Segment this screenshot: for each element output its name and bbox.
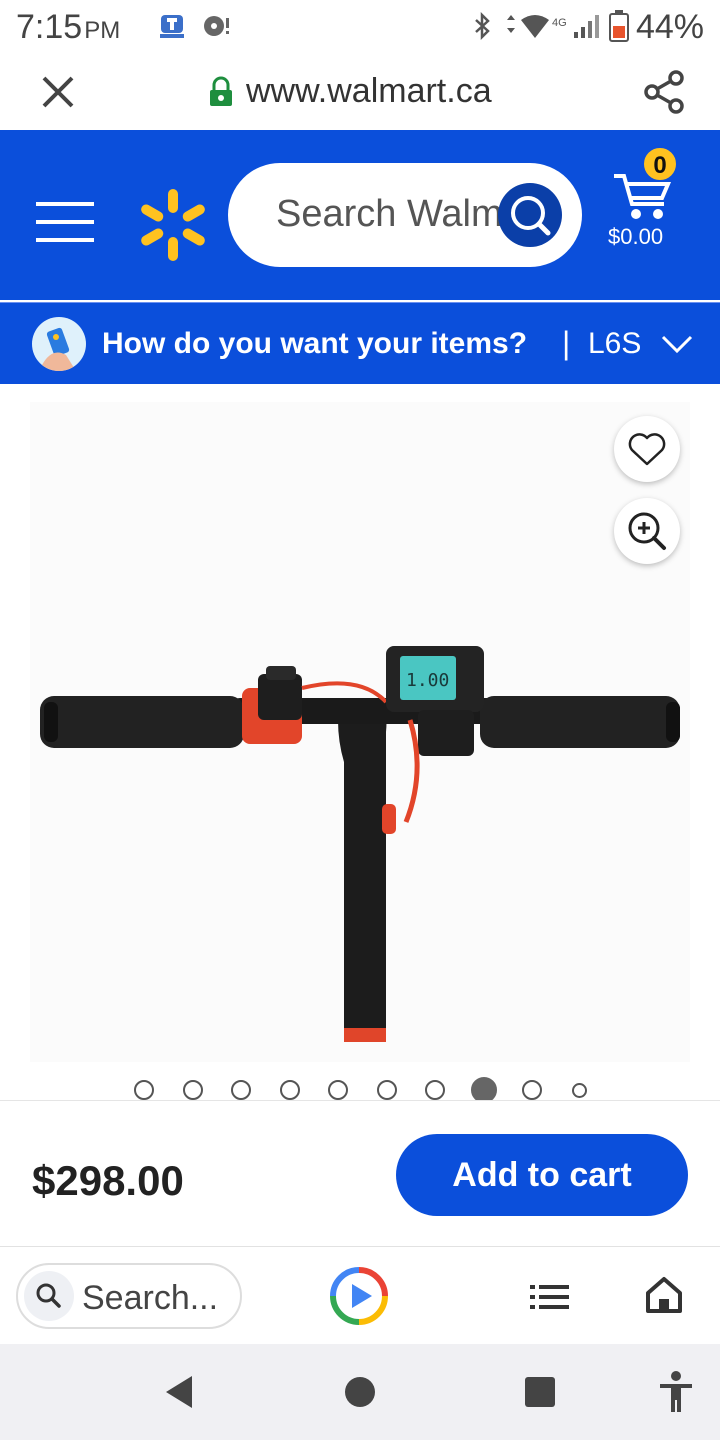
scooter-handlebar-image: 1.00	[40, 646, 680, 1042]
add-to-favorites-button[interactable]	[614, 416, 680, 482]
battery-percent: 44%	[635, 8, 704, 46]
search-icon	[24, 1271, 74, 1321]
search-button[interactable]	[498, 183, 562, 247]
back-icon[interactable]	[160, 1372, 196, 1412]
delivery-options-bar[interactable]: How do you want your items? | L6S	[0, 302, 720, 384]
scooter-display-reading: 1.00	[406, 670, 449, 691]
carousel-dot[interactable]	[377, 1080, 397, 1100]
battery-icon	[608, 10, 630, 42]
add-to-cart-button[interactable]: Add to cart	[396, 1134, 688, 1216]
heart-icon	[628, 433, 666, 466]
browser-bottom-bar: Search...	[0, 1246, 720, 1344]
home-button-icon[interactable]	[342, 1374, 378, 1410]
wifi-icon	[500, 10, 550, 42]
app-notification-icon	[156, 10, 188, 42]
delivery-prompt: How do you want your items?	[102, 327, 528, 360]
cellular-signal-icon: 4G	[552, 10, 602, 42]
delivery-separator: |	[562, 325, 571, 361]
google-assistant-play-icon[interactable]	[328, 1265, 390, 1327]
zoom-in-icon	[628, 512, 666, 550]
cart-count-badge: 0	[642, 146, 678, 182]
delivery-illustration-icon	[32, 317, 86, 371]
search-icon	[511, 196, 551, 236]
purchase-bar: $298.00 Add to cart	[0, 1100, 720, 1246]
home-icon[interactable]	[644, 1275, 684, 1315]
system-navigation-bar	[0, 1344, 720, 1440]
cart-total: $0.00	[608, 224, 664, 249]
url-text[interactable]: www.walmart.ca	[246, 72, 492, 111]
hamburger-menu-icon[interactable]	[36, 200, 94, 244]
browser-url-bar: www.walmart.ca	[0, 56, 720, 130]
carousel-dot[interactable]	[183, 1080, 203, 1100]
browser-search-field[interactable]: Search...	[16, 1263, 242, 1329]
search-input[interactable]: Search Walmart	[228, 163, 582, 267]
chevron-down-icon[interactable]	[660, 331, 694, 357]
walmart-spark-logo[interactable]	[136, 186, 210, 264]
zoom-image-button[interactable]	[614, 498, 680, 564]
lock-icon	[206, 76, 236, 108]
carousel-dot[interactable]	[425, 1080, 445, 1100]
share-icon[interactable]	[640, 68, 688, 116]
status-time-value: 7:15	[16, 8, 83, 46]
walmart-header: Search Walmart 0 $0.00	[0, 130, 720, 300]
accessibility-icon[interactable]	[656, 1370, 696, 1414]
status-bar: 7:15PM 4G 44%	[0, 0, 720, 56]
carousel-dot[interactable]	[280, 1080, 300, 1100]
browser-search-label: Search...	[82, 1279, 219, 1317]
product-gallery: 1.00	[0, 384, 720, 1100]
media-notification-icon	[200, 10, 232, 42]
tabs-list-icon[interactable]	[530, 1281, 570, 1313]
close-icon[interactable]	[36, 70, 80, 114]
recents-icon[interactable]	[522, 1374, 558, 1410]
carousel-dot[interactable]	[134, 1080, 154, 1100]
product-image[interactable]: 1.00	[30, 402, 690, 1062]
status-time-ampm: PM	[84, 17, 121, 44]
carousel-dot[interactable]	[522, 1080, 542, 1100]
status-time: 7:15PM	[16, 8, 120, 47]
bluetooth-icon	[470, 10, 494, 42]
carousel-dot[interactable]	[572, 1083, 587, 1098]
carousel-dot[interactable]	[231, 1080, 251, 1100]
svg-text:4G: 4G	[552, 17, 567, 29]
postal-code: L6S	[588, 327, 640, 360]
carousel-dot[interactable]	[328, 1080, 348, 1100]
product-price: $298.00	[32, 1157, 184, 1204]
